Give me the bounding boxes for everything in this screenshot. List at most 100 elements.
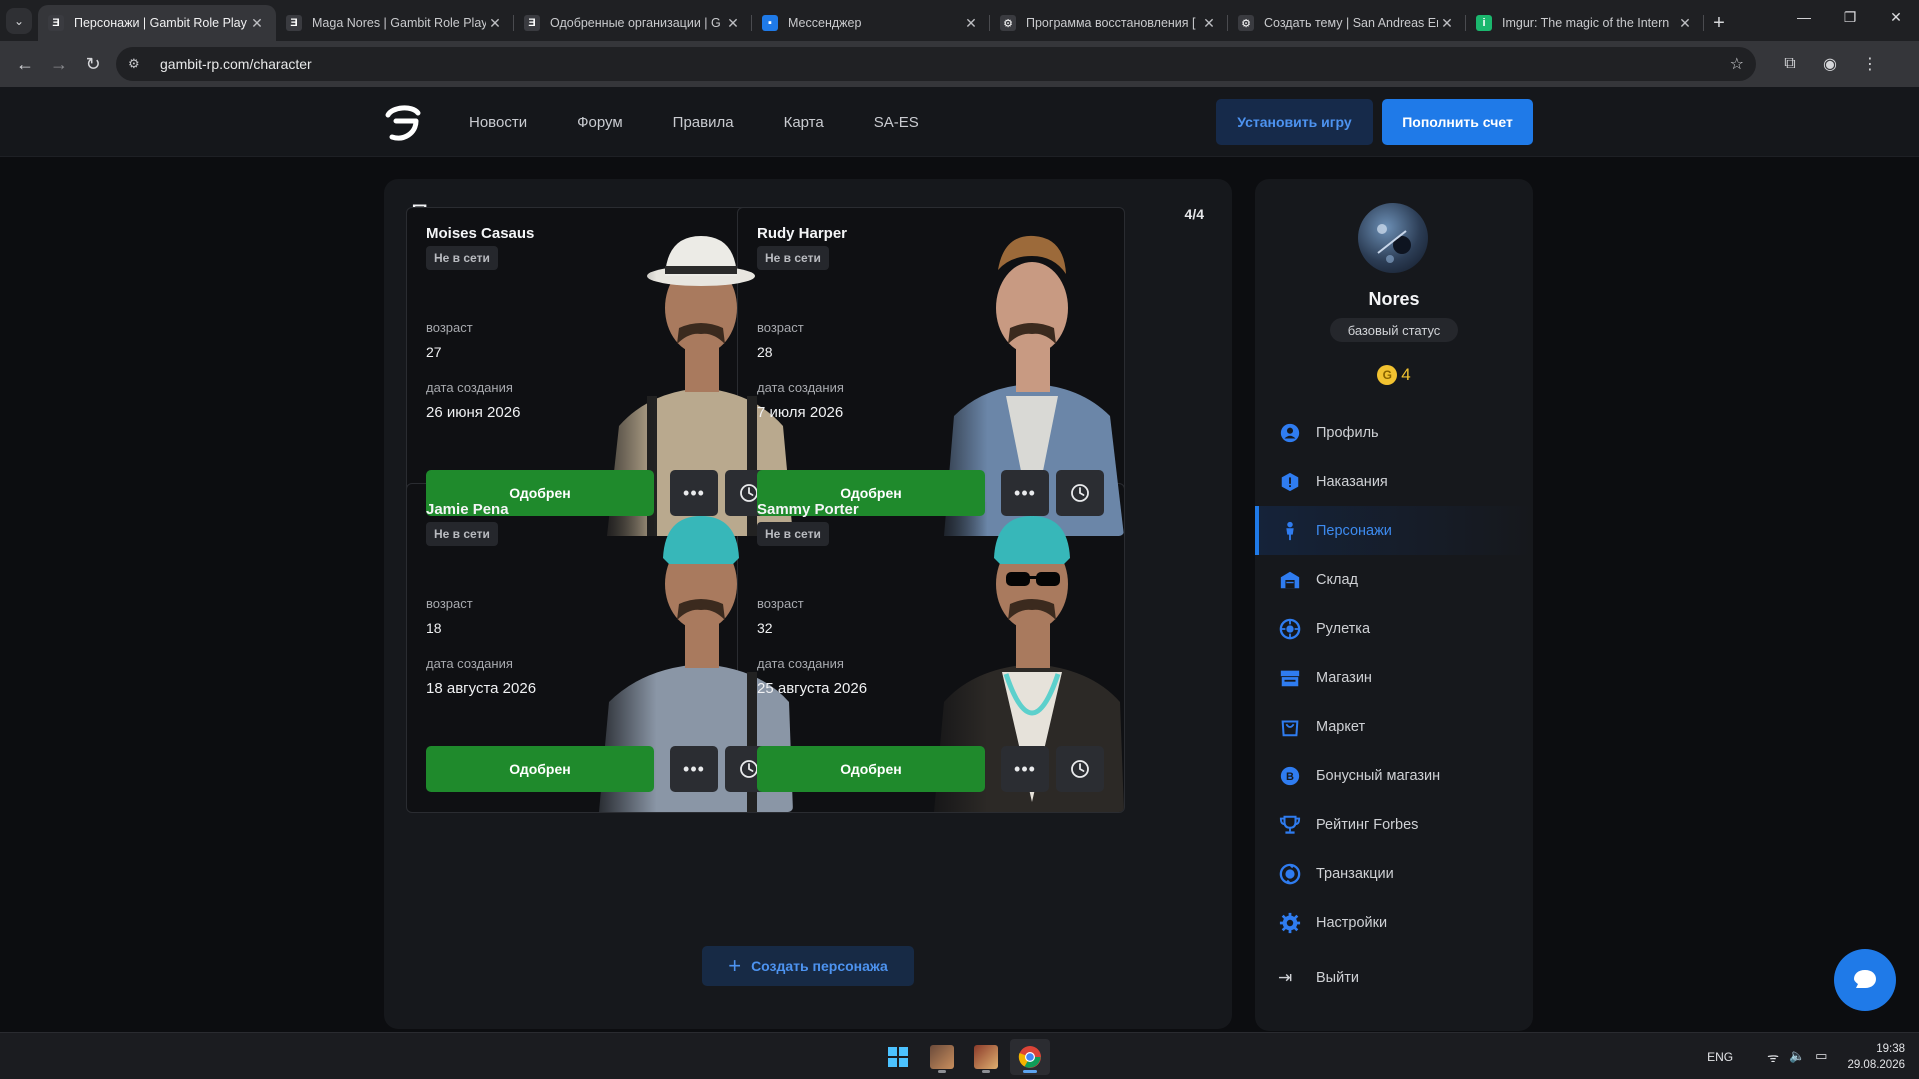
- more-options-button[interactable]: •••: [670, 470, 718, 516]
- more-options-button[interactable]: •••: [1001, 470, 1049, 516]
- browser-tab[interactable]: ▪ Мессенджер ✕: [752, 5, 990, 41]
- chat-icon: ▪: [762, 15, 778, 31]
- sidebar-item-label: Маркет: [1316, 718, 1366, 735]
- character-name: Sammy Porter: [757, 501, 859, 518]
- browser-tab[interactable]: Ǝ Персонажи | Gambit Role Play ✕: [38, 5, 276, 41]
- install-game-button[interactable]: Установить игру: [1216, 99, 1373, 145]
- support-chat-button[interactable]: [1834, 949, 1896, 1011]
- browser-tab[interactable]: ⚙ Программа восстановления [✕: [990, 5, 1228, 41]
- character-card: Sammy Porter Не в сети возраст 32 дата созда…: [737, 483, 1125, 813]
- warning-icon: [1278, 470, 1302, 494]
- close-tab-icon[interactable]: ✕: [724, 15, 742, 32]
- logout-button[interactable]: ⇥ Выйти: [1255, 958, 1533, 998]
- forward-icon[interactable]: →: [42, 47, 76, 81]
- browser-tab[interactable]: Ǝ Maga Nores | Gambit Role Play ✕: [276, 5, 514, 41]
- sidebar-item-label: Настройки: [1316, 914, 1388, 931]
- status-badge: Не в сети: [757, 522, 829, 546]
- sidebar-item-label: Транзакции: [1316, 865, 1394, 882]
- close-tab-icon[interactable]: ✕: [486, 15, 504, 32]
- sidebar-item[interactable]: Транзакции: [1255, 849, 1533, 898]
- character-card: Jamie Pena Не в сети возраст 18 дата создани…: [406, 483, 794, 813]
- nav-forum[interactable]: Форум: [577, 114, 623, 131]
- tab-separator: [1703, 15, 1704, 31]
- reload-icon[interactable]: ↻: [76, 47, 110, 81]
- clock[interactable]: 19:38 29.08.2026: [1847, 1041, 1905, 1073]
- tab-search-button[interactable]: ⌄: [0, 0, 38, 41]
- create-character-button[interactable]: + Создать персонажа: [702, 946, 914, 986]
- close-tab-icon[interactable]: ✕: [1200, 15, 1218, 32]
- wifi-icon[interactable]: ᯤ: [1767, 1048, 1779, 1066]
- taskbar-app-game-2[interactable]: [966, 1039, 1006, 1075]
- sidebar-item[interactable]: B Бонусный магазин: [1255, 751, 1533, 800]
- sidebar-item[interactable]: Склад: [1255, 555, 1533, 604]
- address-bar-row: ← → ↻ ⚙ gambit-rp.com/character ☆ ⧉ ◉ ⋮: [0, 41, 1919, 87]
- transactions-icon: [1278, 862, 1302, 886]
- taskbar-app-chrome[interactable]: [1010, 1039, 1050, 1075]
- tab-title: Maga Nores | Gambit Role Play: [312, 16, 486, 30]
- more-options-button[interactable]: •••: [670, 746, 718, 792]
- browser-tab[interactable]: ⚙ Создать тему | San Andreas Em ✕: [1228, 5, 1466, 41]
- language-indicator[interactable]: ENG: [1707, 1050, 1733, 1064]
- age-value: 32: [757, 620, 773, 636]
- sidebar-item[interactable]: Маркет: [1255, 702, 1533, 751]
- coin-icon: G: [1377, 365, 1398, 385]
- restore-icon[interactable]: ❐: [1827, 0, 1873, 34]
- sidebar-item-label: Бонусный магазин: [1316, 767, 1441, 784]
- bookmark-star-icon[interactable]: ☆: [1730, 54, 1744, 74]
- sidebar-item[interactable]: Настройки: [1255, 898, 1533, 947]
- more-options-button[interactable]: •••: [1001, 746, 1049, 792]
- url-field[interactable]: ⚙ gambit-rp.com/character ☆: [116, 47, 1756, 81]
- sidebar-item-label: Склад: [1316, 571, 1358, 588]
- avatar[interactable]: [1358, 203, 1428, 273]
- nav-news[interactable]: Новости: [469, 114, 527, 131]
- nav-rules[interactable]: Правила: [673, 114, 734, 131]
- tab-title: Персонажи | Gambit Role Play: [74, 16, 247, 30]
- sidebar-item[interactable]: Магазин: [1255, 653, 1533, 702]
- approved-button[interactable]: Одобрен: [426, 746, 654, 792]
- battery-icon[interactable]: ▭: [1815, 1048, 1827, 1066]
- history-icon: [1071, 760, 1089, 778]
- sidebar-item[interactable]: Профиль: [1255, 408, 1533, 457]
- sidebar-item-label: Рулетка: [1316, 620, 1371, 637]
- site-info-icon[interactable]: ⚙: [128, 56, 150, 72]
- created-label: дата создания: [757, 380, 844, 395]
- more-icon: •••: [683, 758, 705, 779]
- history-button[interactable]: [1056, 470, 1104, 516]
- close-window-icon[interactable]: ✕: [1873, 0, 1919, 34]
- volume-icon[interactable]: 🔈: [1789, 1048, 1805, 1066]
- start-button[interactable]: [878, 1039, 918, 1075]
- age-label: возраст: [426, 320, 473, 335]
- browser-menu-icon[interactable]: ⋮: [1850, 47, 1890, 81]
- sidebar-menu: Профиль Наказания Персонажи Склад Рулетка Маг…: [1255, 408, 1533, 947]
- top-up-button[interactable]: Пополнить счет: [1382, 99, 1533, 145]
- close-tab-icon[interactable]: ✕: [1676, 15, 1694, 32]
- minimize-icon[interactable]: —: [1781, 0, 1827, 34]
- sidebar-item[interactable]: Рейтинг Forbes: [1255, 800, 1533, 849]
- gambit-icon: Ǝ: [286, 15, 302, 31]
- back-icon[interactable]: ←: [8, 47, 42, 81]
- status-badge: Не в сети: [426, 522, 498, 546]
- taskbar-app-game-1[interactable]: [922, 1039, 962, 1075]
- url-text: gambit-rp.com/character: [160, 56, 312, 72]
- sidebar-item[interactable]: Рулетка: [1255, 604, 1533, 653]
- approved-button[interactable]: Одобрен: [757, 746, 985, 792]
- nav-sa-es[interactable]: SA-ES: [874, 114, 919, 131]
- close-tab-icon[interactable]: ✕: [248, 15, 266, 32]
- nav-map[interactable]: Карта: [784, 114, 824, 131]
- coin-amount: 4: [1401, 365, 1411, 384]
- game-app-icon: [974, 1045, 998, 1069]
- gambit-icon: Ǝ: [524, 15, 540, 31]
- history-button[interactable]: [1056, 746, 1104, 792]
- browser-tab[interactable]: Ǝ Одобренные организации | G ✕: [514, 5, 752, 41]
- extensions-icon[interactable]: ⧉: [1770, 47, 1810, 81]
- sidebar-item[interactable]: Персонажи: [1255, 506, 1533, 555]
- sidebar-item[interactable]: Наказания: [1255, 457, 1533, 506]
- browser-tab[interactable]: i Imgur: The magic of the Intern ✕: [1466, 5, 1704, 41]
- profile-icon[interactable]: ◉: [1810, 47, 1850, 81]
- new-tab-button[interactable]: +: [1704, 5, 1734, 41]
- close-tab-icon[interactable]: ✕: [1438, 15, 1456, 32]
- settings-icon: [1278, 911, 1302, 935]
- tab-title: Программа восстановления [: [1026, 16, 1196, 30]
- close-tab-icon[interactable]: ✕: [962, 15, 980, 32]
- gambit-logo[interactable]: [382, 103, 422, 143]
